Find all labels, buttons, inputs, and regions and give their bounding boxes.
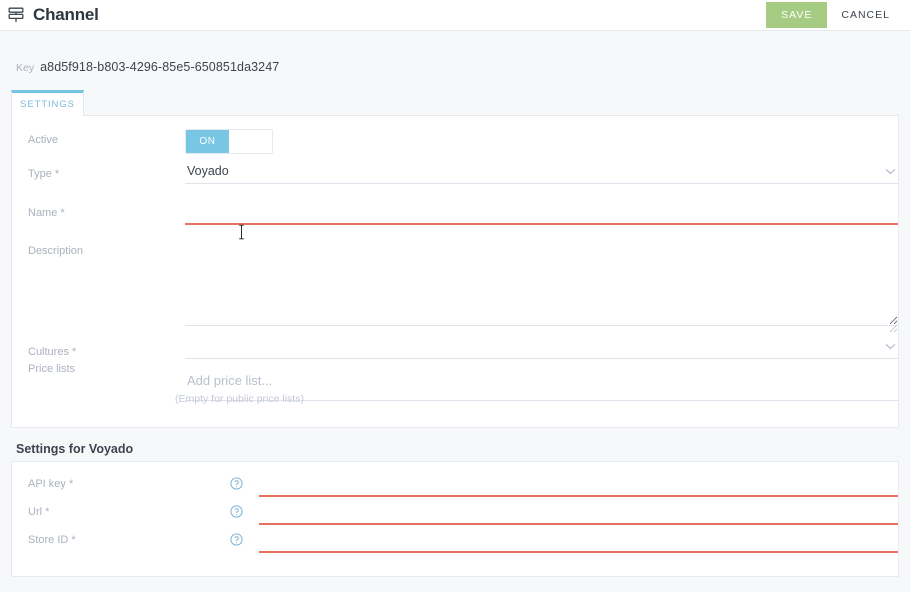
name-input[interactable] (185, 202, 898, 225)
cancel-button[interactable]: CANCEL (827, 2, 904, 28)
description-textarea[interactable] (185, 241, 898, 326)
tab-settings[interactable]: SETTINGS (11, 90, 84, 116)
save-button[interactable]: SAVE (766, 2, 828, 28)
type-select-wrapper[interactable] (185, 161, 898, 184)
settings-card: Active ON Type * Name * (11, 116, 899, 428)
api-key-label: API key * (28, 478, 74, 490)
cultures-select-wrapper[interactable] (185, 336, 898, 359)
api-key-input[interactable] (259, 474, 898, 497)
cultures-select[interactable] (185, 336, 898, 359)
store-id-input[interactable] (259, 530, 898, 553)
name-label: Name * (28, 207, 65, 219)
url-label: Url * (28, 506, 50, 518)
store-id-label: Store ID * (28, 534, 76, 546)
url-input[interactable] (259, 502, 898, 525)
active-toggle-on-segment[interactable]: ON (186, 130, 229, 153)
help-icon[interactable] (230, 533, 243, 546)
cultures-label: Cultures * (28, 346, 77, 358)
key-label: Key (16, 62, 35, 74)
type-select[interactable] (185, 161, 898, 184)
active-toggle-state-label: ON (199, 136, 216, 147)
tab-settings-label: SETTINGS (20, 99, 75, 110)
voyado-settings-card: API key * Url * Store ID * (11, 461, 899, 577)
active-toggle[interactable]: ON (185, 129, 273, 154)
help-icon[interactable] (230, 505, 243, 518)
type-label: Type * (28, 168, 60, 180)
key-value: a8d5f918-b803-4296-85e5-650851da3247 (40, 60, 280, 74)
active-toggle-off-segment[interactable] (229, 130, 272, 153)
tab-bar: SETTINGS (11, 90, 899, 116)
key-row: Key a8d5f918-b803-4296-85e5-650851da3247 (16, 60, 279, 74)
top-bar-actions: SAVE CANCEL (766, 0, 910, 30)
price-lists-hint: (Empty for public price lists) (175, 393, 304, 405)
description-label: Description (28, 245, 84, 257)
active-label: Active (28, 134, 58, 146)
page-title: Channel (33, 5, 99, 24)
channel-signpost-icon (4, 3, 28, 27)
help-icon[interactable] (230, 477, 243, 490)
price-lists-label: Price lists (28, 363, 76, 375)
top-bar: Channel SAVE CANCEL (0, 0, 910, 31)
voyado-section-heading: Settings for Voyado (16, 442, 134, 456)
